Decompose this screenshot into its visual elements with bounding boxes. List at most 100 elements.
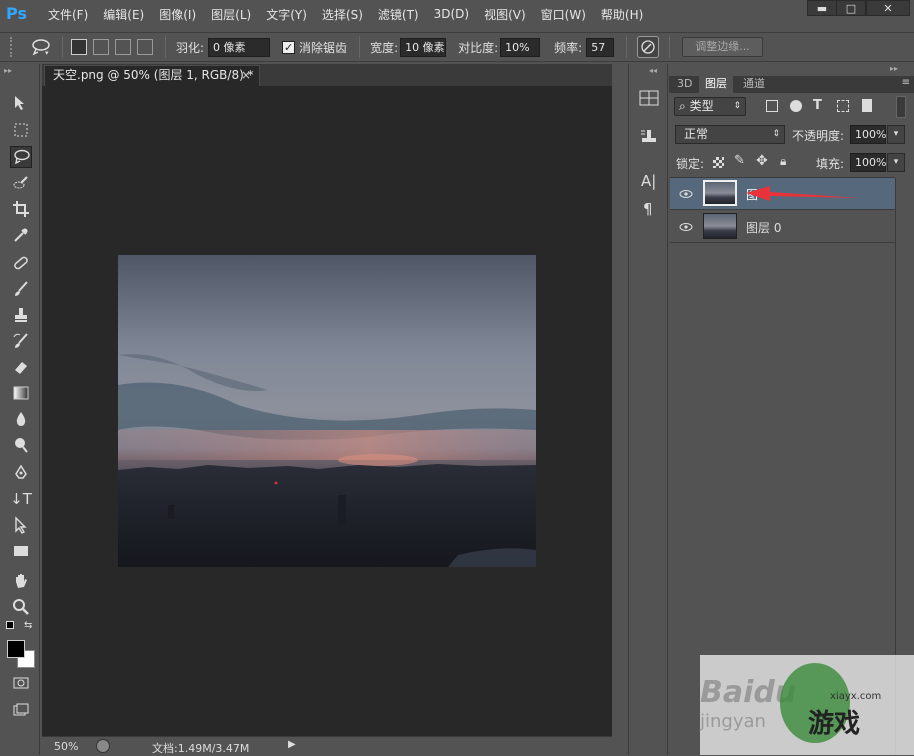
brush-tool[interactable] [10,278,32,300]
menu-view[interactable]: 视图(V) [484,6,526,23]
contrast-label: 对比度: [458,40,499,55]
width-input[interactable]: 10 像素 [400,37,447,57]
paragraph-panel-icon[interactable]: ¶ [643,200,653,218]
menu-help[interactable]: 帮助(H) [601,6,643,23]
screen-mode-button[interactable] [10,699,32,721]
eyedropper-tool[interactable] [10,224,32,246]
quick-mask-icon [13,677,29,689]
menu-window[interactable]: 窗口(W) [541,6,586,23]
pen-pressure-icon [641,40,655,54]
type-filter-icon[interactable]: T [813,98,822,113]
watermark-text-bottom: jingyan [700,711,766,732]
magnetic-lasso-icon [14,149,30,165]
filter-toggle-switch[interactable] [896,96,906,118]
swap-colors-icon[interactable]: ⇆ [24,620,32,631]
layer-filter-dropdown[interactable]: ⌕ 类型 ⇕ [674,97,746,116]
tools-panel: ▸▸ ↓T ⇆ [0,64,40,755]
frequency-input[interactable]: 57 [586,37,615,57]
visibility-eye-icon[interactable] [679,222,693,232]
menu-image[interactable]: 图像(I) [159,6,196,23]
crop-tool[interactable] [10,198,32,220]
minimize-button[interactable]: ▬ [807,0,837,16]
fill-slider-arrow-icon[interactable]: ▾ [887,153,905,172]
opacity-slider-arrow-icon[interactable]: ▾ [887,125,905,144]
shape-filter-icon[interactable] [837,100,849,112]
collapse-strip-icon[interactable]: ◂◂ [649,66,657,75]
blur-tool[interactable] [10,408,32,430]
antialias-checkbox[interactable]: ✓ [282,40,296,54]
pixel-filter-icon[interactable] [766,100,778,112]
marquee-tool[interactable] [10,119,32,141]
lock-all-icon[interactable]: 🔒︎ [780,154,786,169]
default-colors-icon[interactable] [6,621,14,629]
character-panel-icon[interactable]: A| [641,172,656,190]
text-type-icon: ↓T [10,490,32,508]
close-tab-icon[interactable]: × [241,66,251,85]
feather-input[interactable]: 0 像素 [208,37,271,57]
dodge-tool[interactable] [10,434,32,456]
menu-file[interactable]: 文件(F) [48,6,88,23]
foreground-color-swatch[interactable] [7,640,25,658]
quick-selection-tool[interactable] [10,172,32,194]
maximize-button[interactable]: □ [836,0,866,16]
histogram-panel-icon[interactable] [639,90,659,106]
filter-kind-value: 类型 [689,99,714,113]
visibility-eye-icon[interactable] [679,189,693,199]
fill-input[interactable]: 100% [850,153,886,172]
path-selection-tool[interactable] [10,514,32,536]
collapse-icon[interactable]: ▸▸ [4,66,12,75]
menu-edit[interactable]: 编辑(E) [103,6,144,23]
tablet-pressure-button[interactable] [637,36,660,58]
zoom-level[interactable]: 50% [54,740,78,753]
status-info-icon[interactable] [96,739,110,753]
quick-mask-button[interactable] [10,672,32,694]
tab-layers[interactable]: 图层 [699,76,733,93]
contrast-input[interactable]: 10% [500,37,541,57]
collapse-panel-icon[interactable]: ▸▸ [890,64,898,73]
watermark: Baidu jingyan 游戏 xiayx.com [700,655,914,755]
smart-object-filter-icon[interactable] [862,99,872,112]
refine-edge-button[interactable]: 调整边缘... [682,37,763,57]
tab-3d[interactable]: 3D [671,76,698,93]
healing-brush-tool[interactable] [10,252,32,274]
tab-channels[interactable]: 通道 [737,76,771,93]
history-brush-tool[interactable] [10,330,32,352]
move-tool[interactable] [10,92,32,114]
type-tool[interactable]: ↓T [10,488,32,510]
lock-position-icon[interactable]: ✥ [756,153,768,169]
pen-tool[interactable] [10,462,32,484]
document-tab[interactable]: 天空.png @ 50% (图层 1, RGB/8) * × [44,65,260,86]
lock-pixels-icon[interactable]: ✎ [734,153,745,168]
menu-3d[interactable]: 3D(D) [434,7,469,21]
opacity-input[interactable]: 100% [850,125,886,144]
eyedropper-icon [14,228,28,242]
rectangle-tool[interactable] [10,540,32,562]
layer-thumbnail [703,213,737,239]
menu-filter[interactable]: 滤镜(T) [378,6,419,23]
subtract-from-selection-icon[interactable] [115,39,131,55]
lasso-tool[interactable] [10,146,32,168]
menu-type[interactable]: 文字(Y) [266,6,307,23]
new-selection-icon[interactable] [71,39,87,55]
gradient-tool[interactable] [10,382,32,404]
hand-tool[interactable] [10,570,32,592]
blend-mode-dropdown[interactable]: 正常 ⇕ [675,125,785,144]
add-to-selection-icon[interactable] [93,39,109,55]
adjustment-filter-icon[interactable] [790,100,802,112]
layer-row-layer0[interactable]: 图层 0 [670,211,895,243]
lock-transparent-icon[interactable] [713,157,724,168]
intersect-selection-icon[interactable] [137,39,153,55]
zoom-tool[interactable] [10,596,32,618]
clone-source-panel-icon[interactable] [639,128,659,148]
tool-preset-picker[interactable]: ▾ [24,36,58,58]
canvas-image[interactable] [118,255,536,567]
close-window-button[interactable]: ✕ [866,0,910,16]
menu-select[interactable]: 选择(S) [322,6,363,23]
red-arrow-annotation [746,186,860,201]
menu-layer[interactable]: 图层(L) [211,6,251,23]
clone-stamp-tool[interactable] [10,304,32,326]
panel-menu-icon[interactable]: ≡ [902,77,910,88]
eraser-tool[interactable] [10,356,32,378]
status-menu-arrow-icon[interactable]: ▶ [288,739,296,750]
path-selection-icon [15,516,27,534]
